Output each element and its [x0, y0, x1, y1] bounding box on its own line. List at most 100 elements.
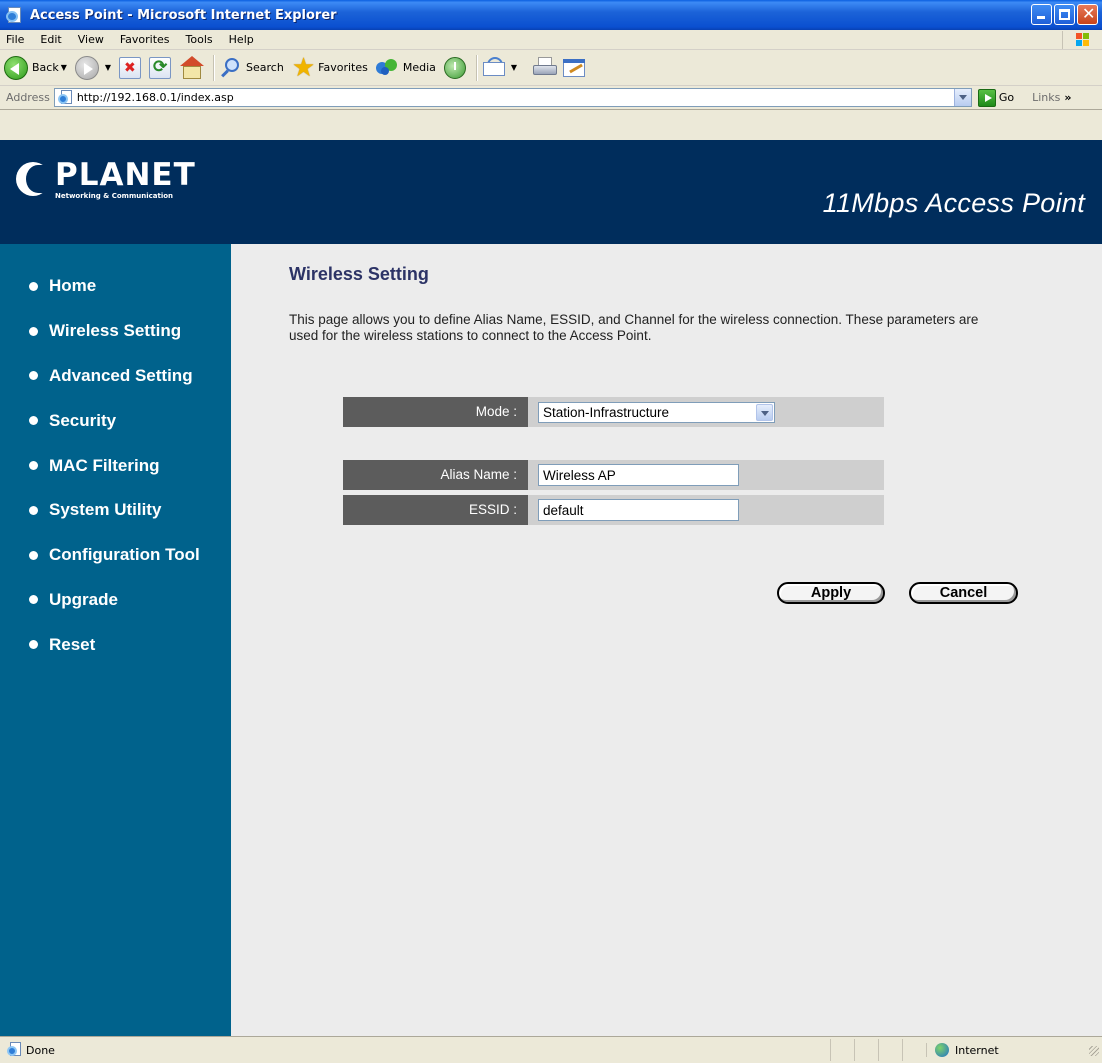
favorites-button[interactable]: ★ Favorites [291, 52, 368, 83]
status-cell [902, 1039, 926, 1061]
status-cells [830, 1039, 926, 1061]
minimize-button[interactable] [1031, 4, 1052, 25]
bullet-icon [29, 281, 38, 291]
back-button[interactable]: Back ▼ [4, 55, 67, 80]
status-cell [854, 1039, 878, 1061]
chevron-right-icon: » [1064, 91, 1072, 104]
cancel-button[interactable]: Cancel [909, 582, 1018, 604]
close-icon: ✕ [1082, 4, 1096, 23]
address-dropdown-icon[interactable] [953, 89, 971, 106]
forward-button[interactable]: ▼ [74, 55, 111, 80]
print-icon[interactable] [533, 56, 558, 79]
address-bar: Address http://192.168.0.1/index.asp Go … [0, 86, 1102, 110]
page-banner: PLANET Networking & Communication 11Mbps… [0, 140, 1102, 244]
menu-file[interactable]: File [0, 33, 32, 46]
sidebar-item-system-utility[interactable]: System Utility [0, 488, 231, 533]
address-label: Address [6, 91, 50, 104]
resize-grip-icon[interactable] [1086, 1043, 1100, 1057]
bullet-icon [29, 416, 38, 426]
links-label: Links [1032, 91, 1061, 104]
sidebar-item-mac-filtering[interactable]: MAC Filtering [0, 443, 231, 488]
maximize-button[interactable] [1054, 4, 1075, 25]
go-arrow-icon [977, 88, 996, 107]
sidebar-item-configuration-tool[interactable]: Configuration Tool [0, 533, 231, 578]
status-cell [830, 1039, 854, 1061]
media-label: Media [402, 61, 436, 74]
links-button[interactable]: Links» [1032, 91, 1071, 104]
back-label: Back [32, 61, 59, 74]
alias-name-field-cell [528, 460, 884, 490]
sidebar-item-home[interactable]: Home [0, 264, 231, 309]
zone-label: Internet [955, 1043, 999, 1057]
product-title: 11Mbps Access Point [822, 188, 1085, 218]
back-dropdown-icon[interactable]: ▼ [61, 63, 67, 72]
window-title: Access Point - Microsoft Internet Explor… [30, 7, 337, 23]
brand-tagline: Networking & Communication [55, 192, 174, 200]
favorites-star-icon: ★ [291, 52, 316, 83]
history-icon[interactable] [443, 56, 466, 79]
brand-name: PLANET [55, 157, 196, 193]
sidebar-item-wireless-setting[interactable]: Wireless Setting [0, 309, 231, 354]
essid-label: ESSID : [343, 495, 528, 525]
forward-dropdown-icon[interactable]: ▼ [105, 63, 111, 72]
forward-arrow-icon [74, 55, 99, 80]
address-input[interactable]: http://192.168.0.1/index.asp [53, 88, 972, 107]
mode-selected-value: Station-Infrastructure [543, 404, 670, 420]
sidebar-item-upgrade[interactable]: Upgrade [0, 578, 231, 623]
sidebar-item-reset[interactable]: Reset [0, 622, 231, 667]
ie-app-icon[interactable] [6, 7, 24, 23]
menu-view[interactable]: View [70, 33, 112, 46]
minimize-icon [1037, 16, 1045, 19]
nav-label: Configuration Tool [49, 545, 200, 565]
windows-logo [1062, 31, 1098, 49]
bullet-icon [29, 505, 38, 515]
go-button[interactable]: Go [977, 88, 1014, 107]
essid-field-cell [528, 495, 884, 525]
menu-help[interactable]: Help [221, 33, 262, 46]
stop-icon[interactable] [119, 56, 142, 79]
menu-tools[interactable]: Tools [178, 33, 221, 46]
mail-icon [482, 56, 507, 79]
alias-name-input[interactable] [538, 464, 739, 486]
apply-button[interactable]: Apply [777, 582, 885, 604]
bullet-icon [29, 371, 38, 381]
sidebar-item-advanced-setting[interactable]: Advanced Setting [0, 354, 231, 399]
address-url[interactable]: http://192.168.0.1/index.asp [77, 91, 234, 104]
toolbar-separator [213, 54, 215, 81]
sidebar-nav: Home Wireless Setting Advanced Setting S… [0, 244, 231, 1036]
nav-label: Advanced Setting [49, 365, 193, 385]
mail-button[interactable]: ▼ [482, 56, 517, 79]
nav-label: Reset [49, 634, 96, 654]
media-button[interactable]: Media [375, 57, 436, 79]
home-icon[interactable] [179, 55, 205, 80]
planet-logo-icon [16, 162, 50, 196]
close-button[interactable]: ✕ [1077, 4, 1098, 25]
bullet-icon [29, 461, 38, 471]
mode-label: Mode : [343, 397, 528, 427]
title-bar: Access Point - Microsoft Internet Explor… [0, 0, 1102, 30]
status-bar: Done Internet [0, 1036, 1102, 1063]
search-button[interactable]: Search [220, 57, 284, 79]
page-icon [57, 89, 74, 106]
bullet-icon [29, 550, 38, 560]
sidebar-item-security[interactable]: Security [0, 398, 231, 443]
alias-name-label: Alias Name : [343, 460, 528, 490]
essid-input[interactable] [538, 499, 739, 521]
chevron-down-icon[interactable] [756, 403, 773, 421]
toolbar-separator [475, 54, 477, 81]
alias-name-row: Alias Name : [343, 460, 884, 490]
bullet-icon [29, 640, 38, 650]
search-label: Search [246, 61, 284, 74]
edit-icon[interactable] [563, 57, 587, 79]
favorites-label: Favorites [318, 61, 368, 74]
page-description: This page allows you to define Alias Nam… [289, 312, 979, 343]
mode-select[interactable]: Station-Infrastructure [538, 401, 775, 423]
menu-bar: File Edit View Favorites Tools Help [0, 30, 1102, 50]
bullet-icon [29, 326, 38, 336]
refresh-icon[interactable] [149, 56, 172, 79]
essid-row: ESSID : [343, 495, 884, 525]
menu-favorites[interactable]: Favorites [112, 33, 178, 46]
mail-dropdown-icon[interactable]: ▼ [511, 63, 517, 72]
menu-edit[interactable]: Edit [32, 33, 69, 46]
planet-logo: PLANET Networking & Communication [16, 160, 196, 200]
